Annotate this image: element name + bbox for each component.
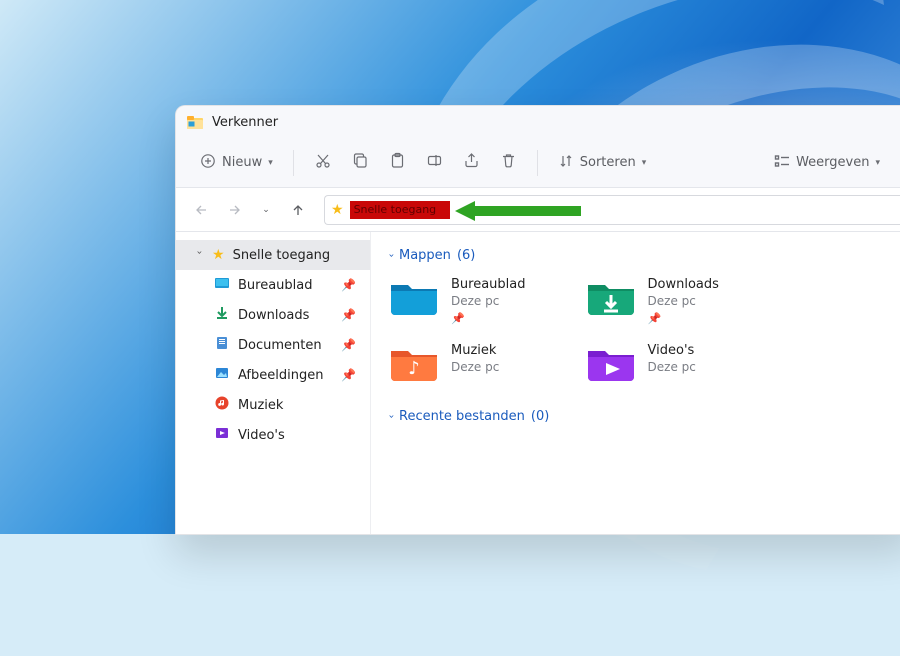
address-path-redacted: Snelle toegang: [350, 201, 450, 219]
pin-icon: 📌: [341, 308, 356, 322]
explorer-body: › ★ Snelle toegang Bureaublad 📌 Download…: [176, 232, 900, 534]
group-count: (0): [531, 409, 549, 424]
copy-icon: [352, 152, 369, 173]
toolbar: Nieuw ▾: [176, 138, 900, 188]
chevron-down-icon: ›: [194, 250, 205, 260]
new-button[interactable]: Nieuw ▾: [192, 146, 281, 180]
pictures-icon: [214, 365, 230, 385]
folder-subtitle: Deze pc: [451, 294, 526, 308]
sidebar-item-label: Downloads: [238, 308, 309, 323]
folder-item-music[interactable]: ♪ Muziek Deze pc: [389, 343, 526, 383]
group-header-recent[interactable]: › Recente bestanden (0): [389, 409, 896, 424]
sidebar-item-label: Snelle toegang: [233, 248, 331, 263]
sidebar-item-pictures[interactable]: Afbeeldingen 📌: [176, 360, 370, 390]
sidebar-item-label: Afbeeldingen: [238, 368, 323, 383]
rename-button[interactable]: [418, 146, 451, 180]
svg-text:♪: ♪: [408, 358, 420, 379]
title-bar[interactable]: Verkenner: [176, 106, 900, 138]
view-button-label: Weergeven: [796, 155, 869, 170]
sidebar-item-label: Bureaublad: [238, 278, 313, 293]
content-pane[interactable]: › Mappen (6) Bureaubl: [371, 232, 900, 534]
navigation-pane[interactable]: › ★ Snelle toegang Bureaublad 📌 Download…: [176, 232, 371, 534]
trash-icon: [500, 152, 517, 173]
file-explorer-window: Verkenner Nieuw ▾: [175, 105, 900, 535]
pin-icon: 📌: [648, 312, 719, 325]
group-count: (6): [457, 248, 475, 263]
delete-button[interactable]: [492, 146, 525, 180]
folder-icon-desktop: [389, 277, 439, 317]
new-button-label: Nieuw: [222, 155, 262, 170]
paste-button[interactable]: [381, 146, 414, 180]
forward-button[interactable]: [220, 196, 248, 224]
annotation-arrow-icon: [455, 200, 585, 222]
clipboard-icon: [389, 152, 406, 173]
folder-name: Bureaublad: [451, 277, 526, 292]
toolbar-separator: [537, 150, 538, 176]
pin-icon: 📌: [341, 338, 356, 352]
chevron-down-icon: ▾: [642, 158, 647, 168]
rename-icon: [426, 152, 443, 173]
desktop-icon: [214, 275, 230, 295]
chevron-down-icon: ▾: [875, 158, 880, 168]
sidebar-item-quick-access[interactable]: › ★ Snelle toegang: [176, 240, 370, 270]
chevron-down-icon: ›: [386, 254, 397, 258]
more-button[interactable]: [892, 146, 898, 180]
star-icon: ★: [331, 202, 344, 218]
folder-icon-videos: [586, 343, 636, 383]
file-explorer-icon: [186, 113, 204, 131]
folders-grid: Bureaublad Deze pc 📌 ♪: [389, 277, 896, 401]
group-label: Mappen: [399, 248, 451, 263]
address-bar[interactable]: ★ Snelle toegang: [324, 195, 900, 225]
folder-name: Downloads: [648, 277, 719, 292]
sort-icon: [558, 153, 574, 173]
view-button[interactable]: Weergeven ▾: [766, 146, 888, 180]
share-button[interactable]: [455, 146, 488, 180]
folder-icon-downloads: [586, 277, 636, 317]
share-icon: [463, 152, 480, 173]
music-icon: [214, 395, 230, 415]
folder-icon-music: ♪: [389, 343, 439, 383]
folder-name: Muziek: [451, 343, 499, 358]
plus-circle-icon: [200, 153, 216, 173]
folder-subtitle: Deze pc: [451, 360, 499, 374]
pin-icon: 📌: [451, 312, 526, 325]
star-icon: ★: [212, 247, 225, 263]
sidebar-item-videos[interactable]: Video's: [176, 420, 370, 450]
view-icon: [774, 153, 790, 173]
folder-subtitle: Deze pc: [648, 294, 719, 308]
cut-button[interactable]: [306, 146, 340, 180]
chevron-down-icon: ›: [386, 415, 397, 419]
back-button[interactable]: [188, 196, 216, 224]
recent-locations-button[interactable]: ⌄: [252, 196, 280, 224]
folder-subtitle: Deze pc: [648, 360, 696, 374]
sidebar-item-desktop[interactable]: Bureaublad 📌: [176, 270, 370, 300]
videos-icon: [214, 425, 230, 445]
sidebar-item-music[interactable]: Muziek: [176, 390, 370, 420]
chevron-down-icon: ▾: [268, 158, 273, 168]
documents-icon: [214, 335, 230, 355]
group-label: Recente bestanden: [399, 409, 525, 424]
copy-button[interactable]: [344, 146, 377, 180]
sidebar-item-label: Documenten: [238, 338, 322, 353]
scissors-icon: [314, 152, 332, 174]
sort-button-label: Sorteren: [580, 155, 636, 170]
folder-name: Video's: [648, 343, 696, 358]
toolbar-separator: [293, 150, 294, 176]
folder-item-videos[interactable]: Video's Deze pc: [586, 343, 719, 383]
sort-button[interactable]: Sorteren ▾: [550, 146, 654, 180]
group-header-folders[interactable]: › Mappen (6): [389, 248, 896, 263]
downloads-icon: [214, 305, 230, 325]
folder-item-downloads[interactable]: Downloads Deze pc 📌: [586, 277, 719, 325]
sidebar-item-label: Muziek: [238, 398, 283, 413]
sidebar-item-downloads[interactable]: Downloads 📌: [176, 300, 370, 330]
folder-item-desktop[interactable]: Bureaublad Deze pc 📌: [389, 277, 526, 325]
sidebar-item-label: Video's: [238, 428, 285, 443]
up-button[interactable]: [284, 196, 312, 224]
pin-icon: 📌: [341, 368, 356, 382]
window-title: Verkenner: [212, 115, 278, 130]
navigation-bar: ⌄ ★ Snelle toegang: [176, 188, 900, 232]
sidebar-item-documents[interactable]: Documenten 📌: [176, 330, 370, 360]
pin-icon: 📌: [341, 278, 356, 292]
